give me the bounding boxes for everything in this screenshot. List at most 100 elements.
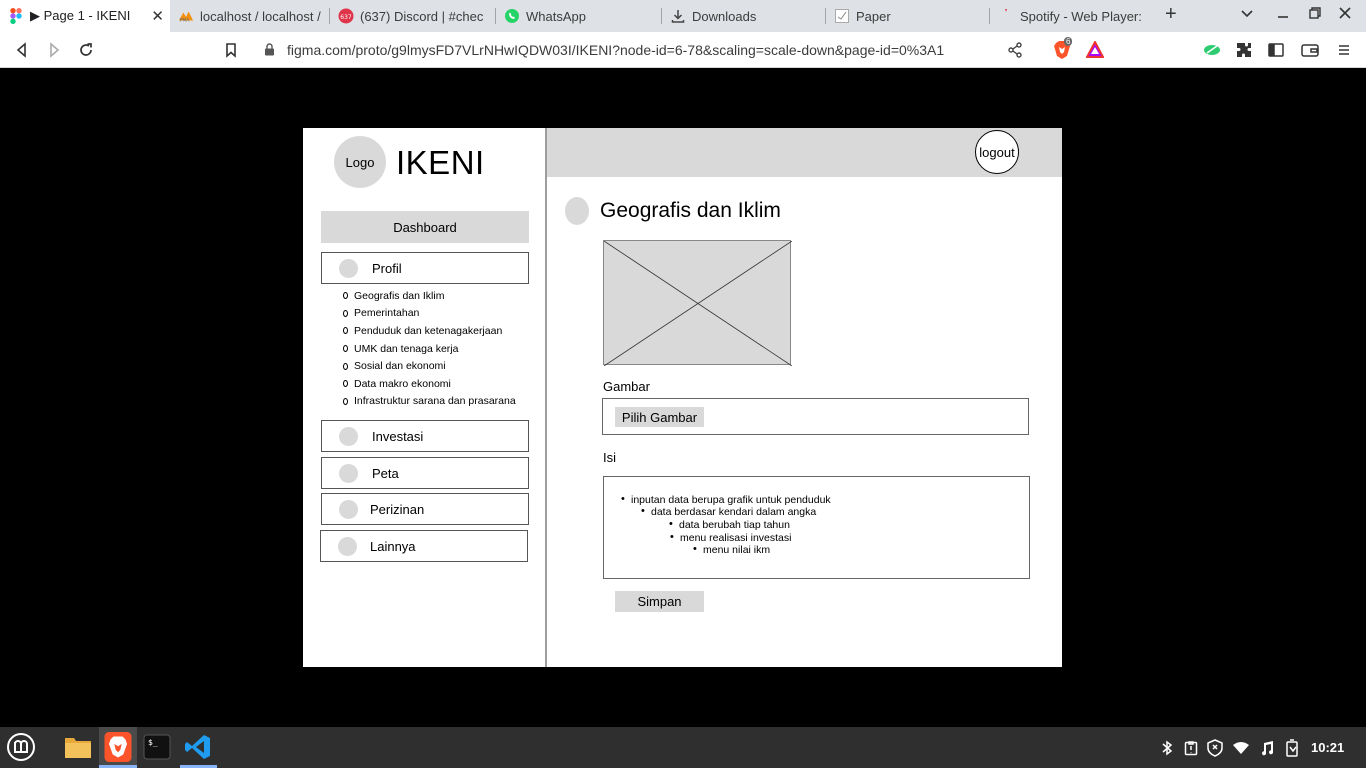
phpmyadmin-icon: PMA [178,8,194,24]
forward-icon[interactable] [43,39,65,61]
tab-whatsapp[interactable]: WhatsApp [496,0,660,32]
shield-icon[interactable] [1206,739,1224,757]
vscode-icon[interactable] [182,731,214,763]
sidebar: Logo IKENI Dashboard Profil Geografis da… [303,128,547,667]
brave-browser-icon[interactable] [102,731,134,763]
circle-icon [339,427,358,446]
tab-figma-ikeni[interactable]: ▶ Page 1 - IKENI ✕ [0,0,170,32]
pick-image-button[interactable]: Pilih Gambar [615,407,704,427]
sidebar-item-investasi[interactable]: Investasi [321,420,529,452]
submenu-item-sosial[interactable]: Sosial dan ekonomi [343,357,543,375]
reload-icon[interactable] [75,39,97,61]
restore-icon[interactable] [1308,6,1322,25]
music-icon[interactable] [1258,739,1276,757]
browser-toolbar: figma.com/proto/g9lmysFD7VLrNHwIQDW03I/I… [0,32,1366,68]
wifi-icon[interactable] [1232,739,1250,757]
mint-menu-icon[interactable] [5,731,37,763]
content-field-label: Isi [603,450,616,465]
close-window-icon[interactable] [1338,6,1352,25]
circle-icon [339,500,358,519]
brand-name: IKENI [396,144,485,181]
tab-label: localhost / localhost / [200,8,321,24]
url-text: figma.com/proto/g9lmysFD7VLrNHwIQDW03I/I… [287,42,945,58]
sidebar-item-label: Investasi [372,429,424,444]
brave-shields-icon[interactable]: 6 [1052,37,1073,60]
address-bar[interactable]: figma.com/proto/g9lmysFD7VLrNHwIQDW03I/I… [252,36,1034,64]
profil-submenu: Geografis dan Iklim Pemerintahan Pendudu… [343,287,543,410]
tab-label: WhatsApp [526,8,586,24]
figma-icon [8,8,24,24]
tab-label: (637) Discord | #chec [360,8,484,24]
tab-label: Downloads [692,8,757,24]
new-tab-button[interactable]: + [1165,3,1177,26]
files-icon[interactable] [62,731,94,763]
download-icon [670,8,686,24]
save-button[interactable]: Simpan [615,591,704,612]
brave-rewards-icon[interactable] [1085,40,1105,60]
image-field-label: Gambar [603,379,650,394]
sidebar-item-label: Lainnya [370,539,416,554]
battery-icon[interactable] [1284,739,1302,757]
submenu-item-pemerintahan[interactable]: Pemerintahan [343,305,543,323]
share-icon[interactable] [1007,42,1023,63]
submenu-item-penduduk[interactable]: Penduduk dan ketenagakerjaan [343,322,543,340]
sidebar-item-label: Peta [372,466,399,481]
sidebar-item-label: Perizinan [370,502,425,517]
image-placeholder [603,240,792,366]
sidebar-item-label: Profil [372,261,402,276]
sidebar-item-profil[interactable]: Profil [321,252,529,284]
wallet-icon[interactable] [1300,40,1320,60]
bullet-icon [343,397,348,405]
bullet-icon [343,309,348,317]
tab-list-icon[interactable] [1240,6,1254,25]
dashboard-button[interactable]: Dashboard [321,211,529,243]
back-icon[interactable] [11,39,33,61]
prototype-frame: Logo IKENI Dashboard Profil Geografis da… [303,128,1062,667]
submenu-item-geografis[interactable]: Geografis dan Iklim [343,287,543,305]
bullet-icon [343,345,348,353]
page-title: Geografis dan Iklim [600,199,781,222]
circle-icon [339,259,358,278]
tab-discord[interactable]: 637 (637) Discord | #chec [330,0,494,32]
svg-text:637: 637 [340,14,352,21]
sidebar-item-lainnya[interactable]: Lainnya [320,530,528,562]
sidebar-item-perizinan[interactable]: Perizinan [321,493,529,525]
logout-button[interactable]: logout [975,130,1019,174]
tab-label: Spotify - Web Player: [1020,8,1142,24]
tab-paper[interactable]: Paper [826,0,988,32]
bookmark-icon[interactable] [220,39,242,61]
clock[interactable]: 10:21 [1311,740,1344,755]
bullet-icon [343,362,348,370]
vpn-extension-icon[interactable] [1202,40,1222,60]
minimize-icon[interactable] [1276,6,1290,25]
sidebar-toggle-icon[interactable] [1266,40,1286,60]
shields-count-badge: 6 [1064,37,1073,46]
clipboard-icon[interactable] [1182,739,1200,757]
tab-label: Paper [856,8,891,24]
submenu-item-infrastruktur[interactable]: Infrastruktur sarana dan prasarana [343,393,543,411]
circle-icon [338,537,357,556]
browser-tab-bar: ▶ Page 1 - IKENI ✕ PMA localhost / local… [0,0,1366,32]
tab-spotify[interactable]: Spotify - Web Player: [990,0,1148,32]
content-textarea[interactable]: inputan data berupa grafik untuk pendudu… [603,476,1030,579]
bullet-icon [343,327,348,335]
content-list-item: menu nilai ikm [693,543,770,556]
tab-downloads[interactable]: Downloads [662,0,824,32]
bluetooth-icon[interactable] [1158,739,1176,757]
content-list-item: data berdasar kendari dalam angka [641,505,816,518]
menu-icon[interactable] [1334,40,1354,60]
spotify-icon [998,8,1014,24]
tab-localhost[interactable]: PMA localhost / localhost / [170,0,328,32]
whatsapp-icon [504,8,520,24]
circle-icon [565,197,589,225]
extensions-icon[interactable] [1234,40,1254,60]
paper-icon [834,8,850,24]
submenu-item-umk[interactable]: UMK dan tenaga kerja [343,340,543,358]
terminal-icon[interactable]: $_ [141,731,173,763]
close-tab-icon[interactable]: ✕ [151,7,164,25]
submenu-item-makro[interactable]: Data makro ekonomi [343,375,543,393]
logo-placeholder: Logo [334,136,386,188]
sidebar-item-peta[interactable]: Peta [321,457,529,489]
content-list-item: inputan data berupa grafik untuk pendudu… [621,493,831,506]
svg-text:PMA: PMA [180,17,190,23]
